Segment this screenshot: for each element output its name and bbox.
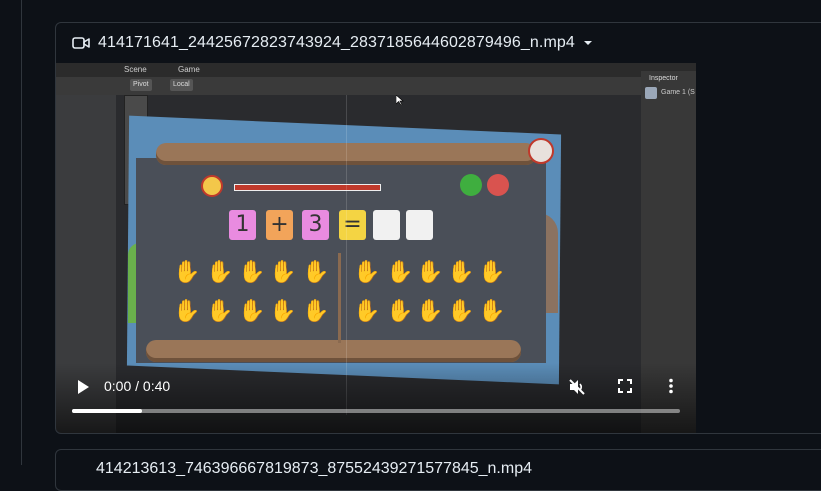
hand-icon: ✋ [353, 259, 381, 284]
hand-icon: ✋ [238, 298, 266, 323]
tab-game: Game [178, 65, 200, 74]
hand-icon: ✋ [478, 259, 506, 284]
hand-icon: ✋ [206, 259, 234, 284]
hand-icon: ✋ [478, 298, 506, 323]
video-attachment-card: 414171641_24425672823743924_283718564460… [55, 22, 821, 434]
video-player[interactable]: Scene Game Pivot Local Inspector Game 1 … [56, 63, 696, 433]
more-options-icon[interactable] [668, 378, 674, 394]
pivot-button: Pivot [130, 79, 152, 91]
hand-icon: ✋ [206, 298, 234, 323]
tab-scene: Scene [124, 65, 147, 74]
reload-icon [487, 174, 509, 196]
video-progress-fill [72, 409, 142, 413]
hand-icon: ✋ [269, 298, 297, 323]
equation-tile: 3 [302, 210, 329, 240]
next-attachment-file-name[interactable]: 414213613_746396667819873_87552439271577… [96, 460, 532, 478]
video-progress-bar[interactable] [72, 409, 680, 413]
answer-slot [406, 210, 433, 240]
timeline-rail [21, 0, 22, 465]
editor-top-bar: Scene Game [56, 63, 696, 77]
home-icon [528, 138, 554, 164]
hand-icon: ✋ [173, 298, 201, 323]
hand-icon: ✋ [302, 259, 330, 284]
video-camera-icon [72, 37, 90, 49]
hand-icon: ✋ [173, 259, 201, 284]
equation-tile: = [339, 210, 366, 240]
hand-icon: ✋ [447, 298, 475, 323]
fullscreen-icon[interactable] [618, 379, 632, 393]
video-time: 0:00 / 0:40 [104, 378, 171, 394]
hand-icon: ✋ [447, 259, 475, 284]
alarm-clock-icon [201, 175, 223, 197]
equation-tile: + [266, 210, 293, 240]
bottom-log [146, 340, 521, 362]
hand-icon: ✋ [386, 259, 414, 284]
board-divider [338, 253, 341, 343]
attachment-file-name[interactable]: 414171641_24425672823743924_283718564460… [98, 34, 575, 52]
hand-icon: ✋ [302, 298, 330, 323]
hand-icon: ✋ [416, 298, 444, 323]
answer-slot [373, 210, 400, 240]
video-controls-bar [56, 363, 696, 433]
unity-cube-icon [645, 87, 657, 99]
local-button: Local [170, 79, 193, 91]
check-icon [460, 174, 482, 196]
inspector-object-name: Game 1 (S [661, 89, 695, 96]
hand-icon: ✋ [238, 259, 266, 284]
next-attachment-card: 414213613_746396667819873_87552439271577… [55, 449, 821, 491]
hand-icon: ✋ [269, 259, 297, 284]
timer-bar [234, 184, 381, 191]
muted-volume-icon[interactable] [568, 378, 586, 396]
mouse-cursor-icon [396, 95, 404, 105]
hand-icon: ✋ [386, 298, 414, 323]
inspector-title: Inspector [649, 75, 678, 82]
hand-icon: ✋ [353, 298, 381, 323]
equation-tile: 1 [229, 210, 256, 240]
hand-icon: ✋ [416, 259, 444, 284]
play-icon[interactable] [76, 379, 90, 395]
attachment-header: 414171641_24425672823743924_283718564460… [56, 23, 821, 63]
caret-down-icon[interactable] [583, 38, 593, 48]
